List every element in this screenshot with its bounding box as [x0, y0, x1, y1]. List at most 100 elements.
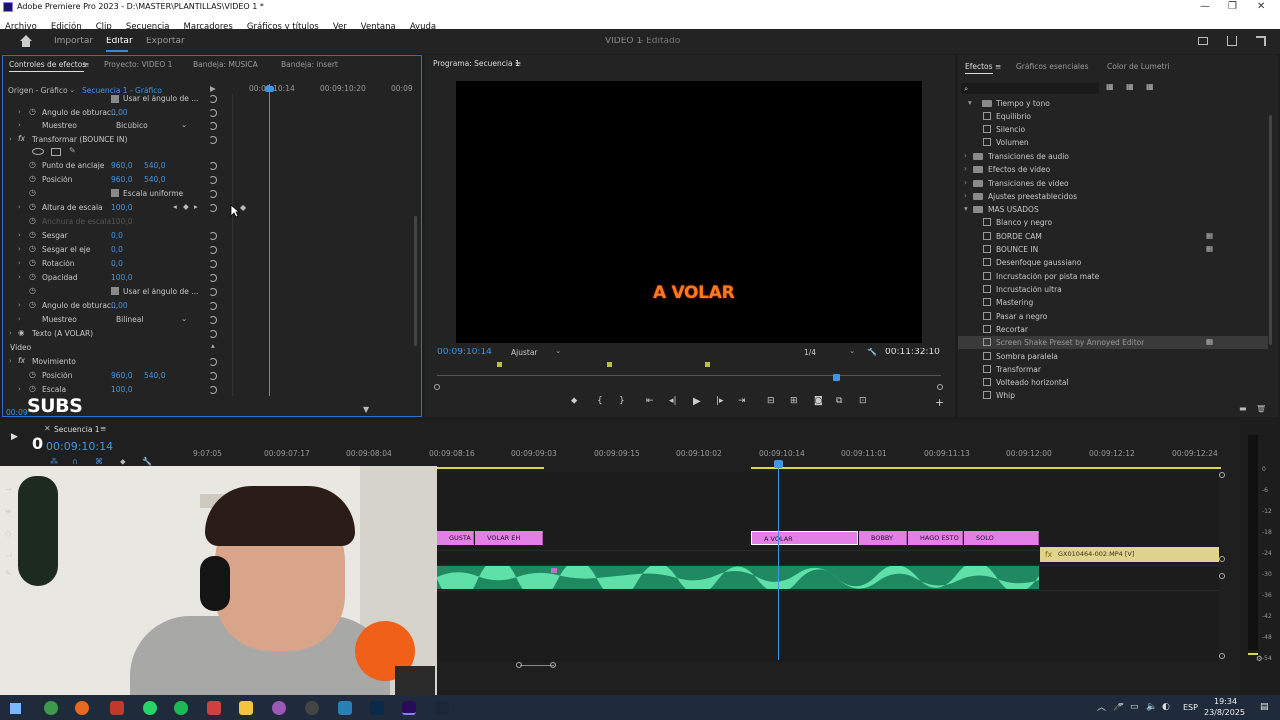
rotation-value[interactable]: 0,0 [111, 260, 123, 268]
share-icon[interactable] [1227, 36, 1237, 46]
caption-clip[interactable]: VOLAR EH [475, 531, 543, 545]
shutter-angle-value[interactable]: 0,00 [111, 302, 128, 310]
expand-icon[interactable]: › [18, 385, 21, 393]
go-to-in-icon[interactable]: ⇤ [646, 396, 654, 406]
skew-value[interactable]: 0,0 [111, 232, 123, 240]
firefox-icon[interactable] [75, 701, 89, 715]
tree-item[interactable]: Volumen [958, 136, 1268, 149]
anchor-x-value[interactable]: 960,0 [111, 162, 132, 170]
tree-item[interactable]: Blanco y negro [958, 216, 1268, 229]
restore-icon[interactable]: ❐ [1228, 1, 1237, 12]
tab-bin-musica[interactable]: Bandeja: MUSICA [193, 61, 258, 69]
track-end-handle[interactable] [1219, 556, 1225, 562]
tree-item[interactable]: › Transiciones de vídeo [958, 177, 1268, 190]
timeline-playhead-handle[interactable] [774, 460, 783, 468]
play-only-icon[interactable]: ▶ [210, 85, 216, 93]
track-select-icon[interactable]: ⇢ [5, 486, 12, 494]
app-icon[interactable] [110, 701, 124, 715]
timeline-playhead[interactable] [778, 460, 779, 660]
play-icon[interactable]: ▶ [693, 396, 701, 407]
snap-icon[interactable]: ⁂ [50, 457, 58, 466]
ellipse-mask-icon[interactable] [32, 148, 44, 155]
ec-playhead-handle[interactable] [265, 86, 274, 92]
reset-icon[interactable] [209, 330, 217, 338]
tree-item[interactable]: Desenfoque gaussiano [958, 256, 1268, 269]
stopwatch-icon[interactable]: ◷ [29, 107, 36, 116]
rectangle-mask-icon[interactable] [51, 148, 61, 156]
reset-icon[interactable] [209, 176, 217, 184]
program-video-frame[interactable]: A VOLAR [456, 81, 922, 343]
close-icon[interactable]: ✕ [1257, 1, 1265, 12]
tree-item[interactable]: Transformar [958, 363, 1268, 376]
reset-icon[interactable] [209, 136, 217, 144]
effects-scrollbar[interactable] [1269, 115, 1272, 345]
stopwatch-icon[interactable]: ◷ [29, 188, 36, 197]
settings-wrench-icon[interactable]: 🔧 [142, 457, 152, 466]
work-area-bar[interactable] [437, 467, 544, 469]
premiere-icon[interactable] [402, 701, 416, 715]
opacity-value[interactable]: 100,0 [111, 274, 132, 282]
fullscreen-icon[interactable] [1256, 36, 1266, 46]
reset-icon[interactable] [209, 109, 217, 117]
chevron-down-icon[interactable]: ⌄ [181, 315, 187, 323]
chevron-down-icon[interactable]: ⌄ [849, 347, 855, 355]
timeline-close-icon[interactable]: ✕ [44, 425, 51, 433]
tree-item[interactable]: Equilibrio [958, 110, 1268, 123]
filter-icon[interactable]: ▼ [363, 406, 369, 414]
reset-icon[interactable] [209, 386, 217, 394]
tree-item[interactable]: Recortar [958, 323, 1268, 336]
windows-start-icon[interactable] [10, 703, 21, 714]
expand-icon[interactable]: › [18, 108, 21, 116]
pen-icon[interactable]: ✎ [5, 570, 12, 578]
spotify-icon[interactable] [174, 701, 188, 715]
chevron-down-icon[interactable]: ⌄ [555, 347, 561, 355]
app-icon[interactable] [207, 701, 221, 715]
motion-scale-value[interactable]: 100,0 [111, 386, 132, 394]
tab-bin-insert[interactable]: Bandeja: insert [281, 61, 338, 69]
tree-item[interactable]: Volteado horizontal [958, 376, 1268, 389]
new-bin-icon[interactable]: ▬ [1239, 405, 1247, 413]
tree-item[interactable]: Sombra paralela [958, 350, 1268, 363]
tray-date[interactable]: 23/8/2025 [1204, 709, 1245, 717]
effect-name[interactable]: Texto (A VOLAR) [32, 330, 93, 338]
markers-icon[interactable]: ⌘ [95, 457, 103, 466]
expand-icon[interactable]: › [9, 329, 12, 337]
add-keyframe-icon[interactable]: ◆ [183, 203, 189, 211]
stopwatch-icon[interactable]: ◷ [29, 300, 36, 309]
stopwatch-icon[interactable]: ◷ [29, 370, 36, 379]
work-area-bar[interactable] [751, 467, 1221, 469]
stopwatch-icon[interactable]: ◷ [29, 230, 36, 239]
mark-in-icon[interactable]: { [597, 396, 603, 406]
wrench-icon[interactable]: 🔧 [867, 348, 877, 356]
eye-icon[interactable]: ◉ [18, 329, 25, 337]
fx-icon[interactable]: fx [18, 357, 25, 365]
motion-position-y[interactable]: 540,0 [144, 372, 165, 380]
panel-layout-icon[interactable] [1198, 37, 1208, 45]
audio-keyframe[interactable] [551, 568, 557, 573]
marker[interactable] [497, 362, 502, 367]
tray-mic-icon[interactable]: 🎤 [1113, 703, 1124, 712]
tab-effect-controls[interactable]: Controles de efectos [9, 61, 86, 69]
add-button-icon[interactable]: + [935, 396, 944, 409]
slip-icon[interactable]: ⊣ [5, 552, 12, 560]
timeline-menu-icon[interactable]: ≡ [100, 425, 106, 433]
effect-name[interactable]: Transformar (BOUNCE IN) [32, 136, 127, 144]
reset-icon[interactable] [209, 95, 217, 103]
accelerated-effects-icon[interactable]: ▦ [1106, 83, 1114, 91]
yuv-effects-icon[interactable]: ▦ [1146, 83, 1154, 91]
property-value[interactable]: 0,00 [111, 109, 128, 117]
stopwatch-icon[interactable]: ◷ [29, 174, 36, 183]
reset-icon[interactable] [209, 358, 217, 366]
chrome-icon[interactable] [44, 701, 58, 715]
effect-name[interactable]: Movimiento [32, 358, 76, 366]
stopwatch-icon[interactable]: ◷ [29, 384, 36, 393]
tab-project[interactable]: Proyecto: VIDEO 1 [104, 61, 172, 69]
reset-icon[interactable] [209, 260, 217, 268]
fit-select[interactable]: Ajustar [511, 349, 538, 357]
extract-icon[interactable]: ⊞ [790, 396, 798, 406]
marker[interactable] [705, 362, 710, 367]
file-explorer-icon[interactable] [239, 701, 253, 715]
next-keyframe-icon[interactable]: ▸ [194, 203, 198, 211]
tree-item[interactable]: BORDE CAM ▦ [958, 230, 1268, 243]
skew-axis-value[interactable]: 0,0 [111, 246, 123, 254]
